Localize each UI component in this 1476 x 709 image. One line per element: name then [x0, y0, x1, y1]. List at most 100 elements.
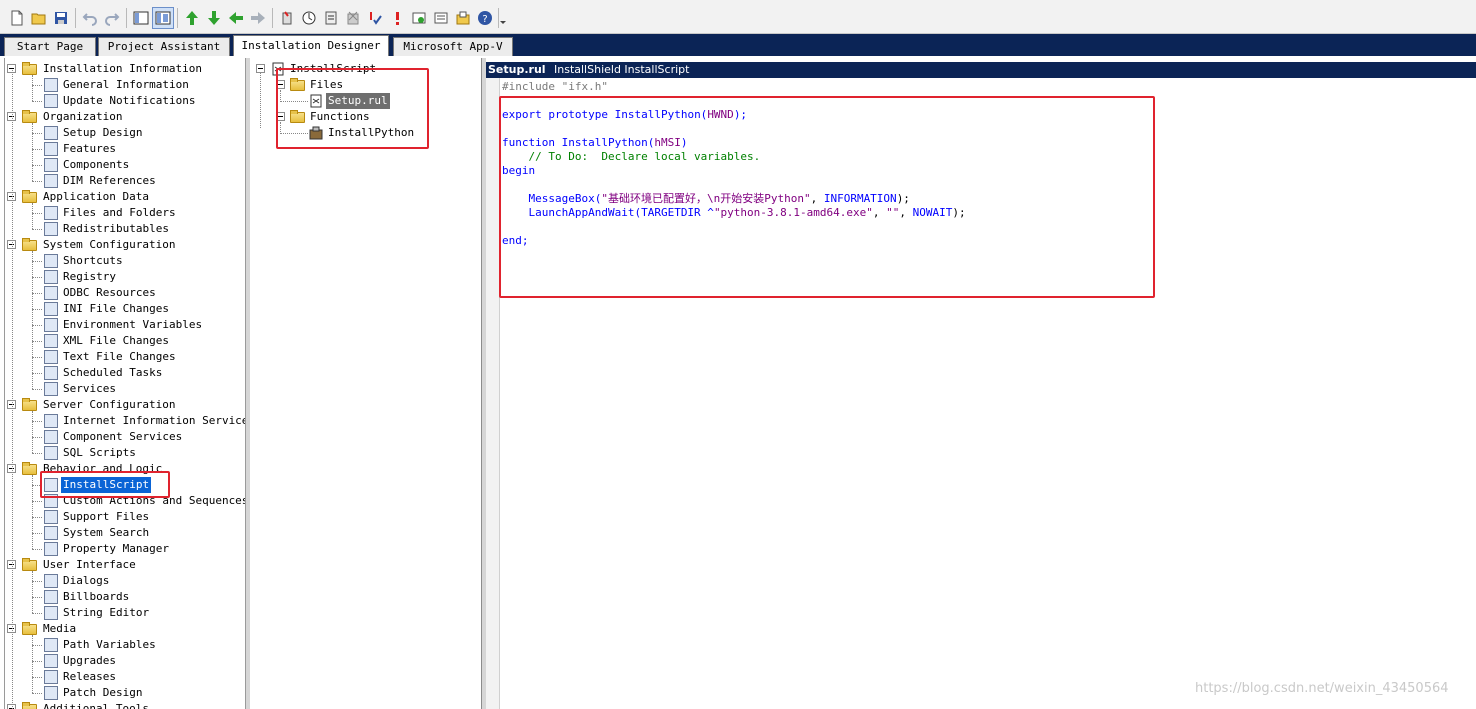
tree-guide: [32, 661, 42, 662]
tree-item-internet-information-services[interactable]: Internet Information Services: [5, 413, 245, 429]
tree-group-organization[interactable]: Organization: [5, 109, 245, 125]
arrow-left-icon[interactable]: [225, 7, 247, 29]
support-files-icon: [44, 510, 58, 524]
arrow-down-icon[interactable]: [203, 7, 225, 29]
tree-item-label: String Editor: [63, 606, 150, 619]
tree-item-path-variables[interactable]: Path Variables: [5, 637, 245, 653]
tree-guide: [32, 261, 42, 262]
tree-group-server-configuration[interactable]: Server Configuration: [5, 397, 245, 413]
view-active-icon[interactable]: [152, 7, 174, 29]
tree-guide: [32, 213, 42, 214]
tree-item-billboards[interactable]: Billboards: [5, 589, 245, 605]
tree-item-label: Redistributables: [63, 222, 169, 235]
tree-item-upgrades[interactable]: Upgrades: [5, 653, 245, 669]
compile-icon[interactable]: [298, 7, 320, 29]
folder-icon: [22, 190, 37, 203]
error-icon[interactable]: [386, 7, 408, 29]
tree-item-label: XML File Changes: [63, 334, 169, 347]
help-icon[interactable]: ?: [474, 7, 496, 29]
tree-item-label: Path Variables: [63, 638, 156, 651]
tree-item-environment-variables[interactable]: Environment Variables: [5, 317, 245, 333]
settings-icon[interactable]: [408, 7, 430, 29]
code-line-include[interactable]: #include "ifx.h": [502, 80, 608, 94]
tree-item-odbc-resources[interactable]: ODBC Resources: [5, 285, 245, 301]
toolbar-overflow-icon[interactable]: [498, 8, 504, 28]
tab-installation-designer[interactable]: Installation Designer: [233, 35, 389, 56]
tree-group-installation-information[interactable]: Installation Information: [5, 61, 245, 77]
tree-guide: [32, 581, 42, 582]
tree-item-label: Files and Folders: [63, 206, 176, 219]
tree-item-features[interactable]: Features: [5, 141, 245, 157]
tree-item-shortcuts[interactable]: Shortcuts: [5, 253, 245, 269]
properties-icon[interactable]: [430, 7, 452, 29]
tree-group-system-configuration[interactable]: System Configuration: [5, 237, 245, 253]
build-icon[interactable]: [276, 7, 298, 29]
tree-item-dim-references[interactable]: DIM References: [5, 173, 245, 189]
tree-item-ini-file-changes[interactable]: INI File Changes: [5, 301, 245, 317]
tree-item-label: Shortcuts: [63, 254, 123, 267]
release-icon[interactable]: [320, 7, 342, 29]
tree-item-general-information[interactable]: General Information: [5, 77, 245, 93]
arrow-up-icon[interactable]: [181, 7, 203, 29]
tree-item-services[interactable]: Services: [5, 381, 245, 397]
registry-icon: [44, 270, 58, 284]
tab-start-page[interactable]: Start Page: [4, 37, 96, 56]
tree-guide: [32, 533, 42, 534]
tree-guide: [32, 309, 42, 310]
remove-icon[interactable]: [342, 7, 364, 29]
releases-icon: [44, 670, 58, 684]
tree-group-application-data[interactable]: Application Data: [5, 189, 245, 205]
tree-item-releases[interactable]: Releases: [5, 669, 245, 685]
tree-group-media[interactable]: Media: [5, 621, 245, 637]
tree-guide: [32, 123, 33, 181]
tree-guide: [12, 70, 13, 709]
open-folder-icon[interactable]: [28, 7, 50, 29]
tree-guide: [32, 277, 42, 278]
tree-group-additional-tools[interactable]: Additional Tools: [5, 701, 245, 709]
tree-item-dialogs[interactable]: Dialogs: [5, 573, 245, 589]
tab-microsoft-app-v[interactable]: Microsoft App-V: [393, 37, 513, 56]
tree-item-label: System Search: [63, 526, 150, 539]
tree-guide: [32, 475, 33, 549]
tree-item-property-manager[interactable]: Property Manager: [5, 541, 245, 557]
new-file-icon[interactable]: [6, 7, 28, 29]
tree-item-system-search[interactable]: System Search: [5, 525, 245, 541]
tree-guide: [32, 635, 33, 693]
collapse-icon[interactable]: [256, 64, 265, 73]
tree-item-components[interactable]: Components: [5, 157, 245, 173]
tree-guide: [32, 613, 42, 614]
redo-icon[interactable]: [101, 7, 123, 29]
view-icon[interactable]: [130, 7, 152, 29]
tree-item-label: Support Files: [63, 510, 150, 523]
validate-icon[interactable]: [364, 7, 386, 29]
tree-item-redistributables[interactable]: Redistributables: [5, 221, 245, 237]
tree-guide: [32, 517, 42, 518]
save-icon[interactable]: [50, 7, 72, 29]
tree-item-label: General Information: [63, 78, 189, 91]
ini-file-changes-icon: [44, 302, 58, 316]
tree-item-setup-design[interactable]: Setup Design: [5, 125, 245, 141]
tree-item-component-services[interactable]: Component Services: [5, 429, 245, 445]
tree-guide: [32, 693, 42, 694]
arrow-right-icon[interactable]: [247, 7, 269, 29]
tree-item-scheduled-tasks[interactable]: Scheduled Tasks: [5, 365, 245, 381]
tab-project-assistant[interactable]: Project Assistant: [98, 37, 230, 56]
options-icon[interactable]: [452, 7, 474, 29]
folder-icon: [22, 622, 37, 635]
tree-item-files-and-folders[interactable]: Files and Folders: [5, 205, 245, 221]
tree-item-patch-design[interactable]: Patch Design: [5, 685, 245, 701]
components-icon: [44, 158, 58, 172]
tree-item-registry[interactable]: Registry: [5, 269, 245, 285]
tree-group-user-interface[interactable]: User Interface: [5, 557, 245, 573]
tree-item-string-editor[interactable]: String Editor: [5, 605, 245, 621]
toolbar-separator: [75, 8, 76, 28]
tree-item-label: Registry: [63, 270, 116, 283]
undo-icon[interactable]: [79, 7, 101, 29]
tree-item-xml-file-changes[interactable]: XML File Changes: [5, 333, 245, 349]
tree-item-text-file-changes[interactable]: Text File Changes: [5, 349, 245, 365]
tree-guide: [32, 293, 42, 294]
tree-item-update-notifications[interactable]: Update Notifications: [5, 93, 245, 109]
tree-item-support-files[interactable]: Support Files: [5, 509, 245, 525]
tree-item-label: ODBC Resources: [63, 286, 156, 299]
tree-item-sql-scripts[interactable]: SQL Scripts: [5, 445, 245, 461]
